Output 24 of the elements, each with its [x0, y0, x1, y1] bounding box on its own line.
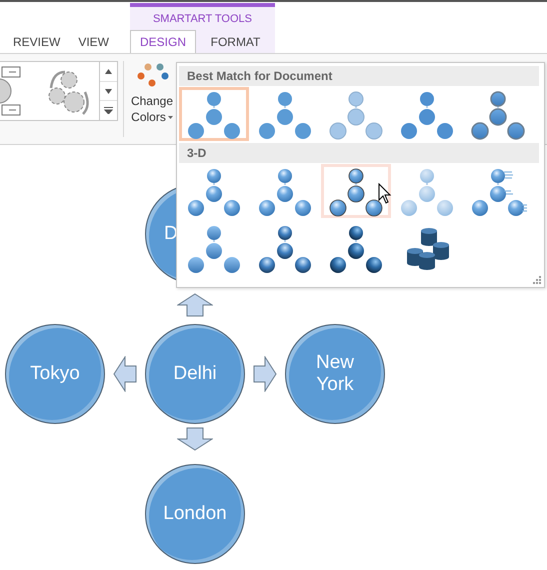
- expand-icon: [104, 107, 113, 114]
- down-arrow-icon: [177, 427, 213, 451]
- diagram-node: New York: [285, 324, 385, 424]
- ribbon-tab[interactable]: VIEW: [69, 30, 118, 53]
- right-arrow-icon: [253, 356, 277, 392]
- up-arrow-icon: [177, 293, 213, 317]
- change-colors-button[interactable]: Change Colors: [128, 61, 176, 144]
- ribbon-tab[interactable]: DESIGN: [130, 30, 196, 53]
- resize-grip-icon[interactable]: [533, 276, 541, 284]
- left-arrow-icon: [113, 356, 137, 392]
- down-triangle-icon: [105, 88, 112, 94]
- mouse-cursor-icon: [378, 183, 392, 205]
- diagram-node: Delhi: [145, 324, 245, 424]
- diagram-node: London: [145, 464, 245, 564]
- color-option[interactable]: [179, 87, 249, 141]
- ribbon-tab[interactable]: REVIEW: [4, 30, 70, 53]
- section-header: 3-D: [179, 143, 539, 163]
- group-title: SMARTART TOOLS: [152, 12, 254, 26]
- ribbon-tab[interactable]: FORMAT: [196, 30, 275, 53]
- color-option[interactable]: [321, 164, 391, 218]
- diagram-node: Tokyo: [5, 324, 105, 424]
- up-triangle-icon: [105, 68, 112, 74]
- section-header: Best Match for Document: [179, 66, 539, 86]
- caret-icon: [168, 116, 173, 120]
